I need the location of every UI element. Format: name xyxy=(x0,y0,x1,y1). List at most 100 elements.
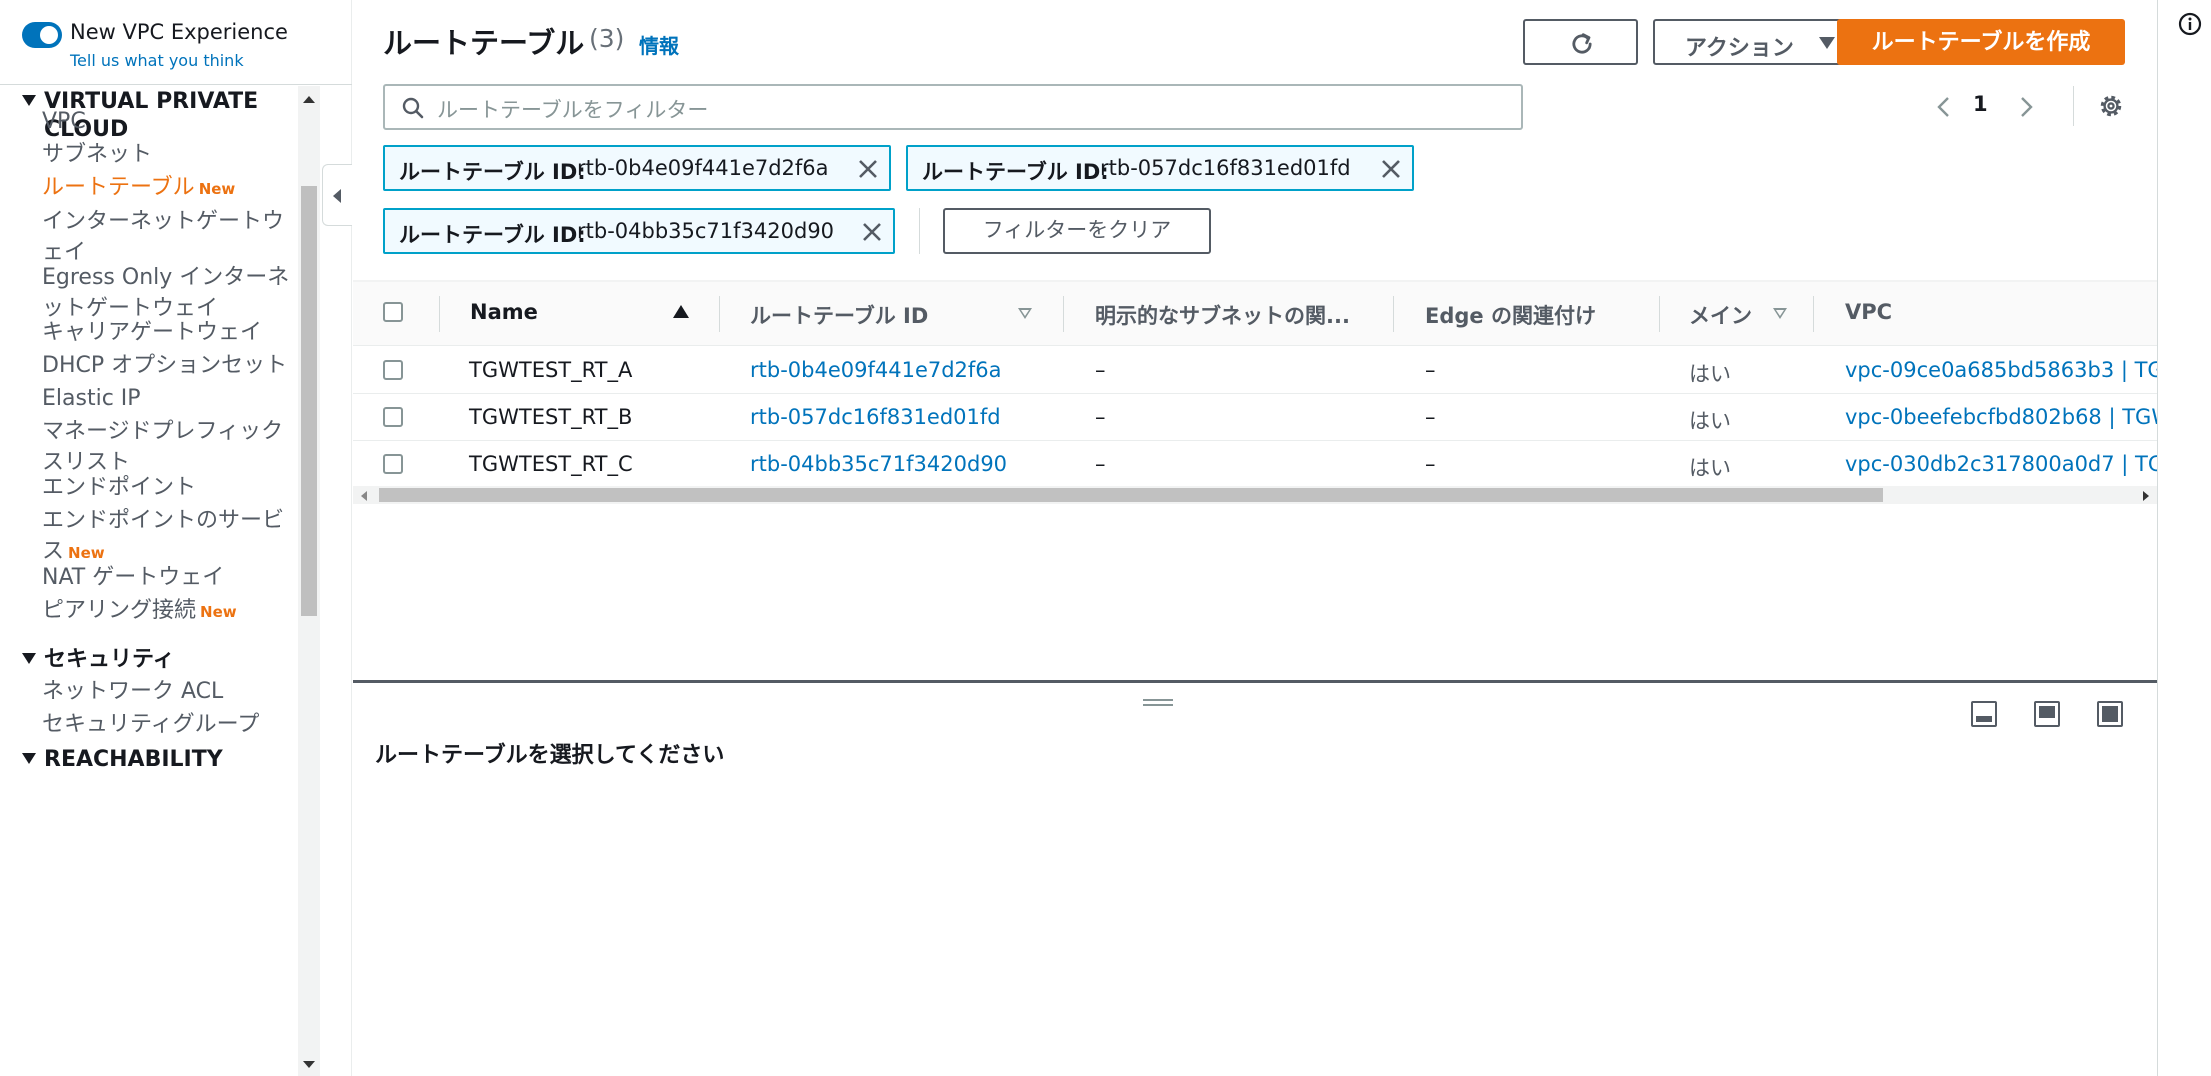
close-icon[interactable] xyxy=(1380,158,1402,180)
nav-item-security-groups[interactable]: セキュリティグループ xyxy=(42,709,292,740)
cell-main: はい xyxy=(1689,409,1731,433)
panel-bottom-icon[interactable] xyxy=(1971,701,1997,727)
chevron-right-icon[interactable] xyxy=(2019,96,2035,118)
column-header-vpc[interactable]: VPC xyxy=(1845,300,1892,324)
row-checkbox[interactable] xyxy=(383,454,403,474)
clear-filters-button[interactable]: フィルターをクリア xyxy=(943,208,1211,254)
horizontal-scrollbar[interactable] xyxy=(353,486,2157,504)
scroll-up-icon[interactable] xyxy=(303,96,315,103)
resize-handle[interactable] xyxy=(1143,699,1173,709)
cell-subnet: – xyxy=(1095,358,1106,382)
collapse-nav-button[interactable] xyxy=(322,164,352,226)
split-panel: ルートテーブルを選択してください xyxy=(353,680,2157,1076)
column-header-route-table-id[interactable]: ルートテーブル ID xyxy=(750,300,928,330)
new-badge: New xyxy=(200,603,237,621)
filter-search-box[interactable]: ルートテーブルをフィルター xyxy=(383,84,1523,130)
info-link[interactable]: 情報 xyxy=(639,30,679,59)
column-header-edge-associations[interactable]: Edge の関連付け xyxy=(1425,300,1596,330)
nav-item-internet-gateways[interactable]: インターネットゲートウェイ xyxy=(42,206,292,268)
cell-route-table-id[interactable]: rtb-0b4e09f441e7d2f6a xyxy=(750,358,1002,382)
close-icon[interactable] xyxy=(857,158,879,180)
cell-name: TGWTEST_RT_B xyxy=(469,405,633,429)
nav-item-endpoint-services[interactable]: エンドポイントのサービス New xyxy=(42,505,292,569)
create-route-table-button[interactable]: ルートテーブルを作成 xyxy=(1837,19,2125,65)
route-table-list: Name ルートテーブル ID 明示的なサブネットの関... Edge の関連付… xyxy=(353,282,2157,682)
nav-item-vpc[interactable]: VPC xyxy=(42,106,292,137)
nav-item-dhcp-options[interactable]: DHCP オプションセット xyxy=(42,350,292,381)
nav-item-egress-only-igw[interactable]: Egress Only インターネットゲートウェイ xyxy=(42,262,292,324)
column-header-subnet-associations[interactable]: 明示的なサブネットの関... xyxy=(1095,300,1350,330)
panel-side-icon[interactable] xyxy=(2034,701,2060,727)
nav-section-security[interactable]: セキュリティ xyxy=(22,646,175,674)
table-row[interactable]: TGWTEST_RT_C rtb-04bb35c71f3420d90 – – は… xyxy=(353,441,2157,488)
pagination: 1 xyxy=(1923,90,2043,124)
cell-vpc[interactable]: vpc-0beefebcfbd802b68 | TGW xyxy=(1845,405,2157,429)
column-divider xyxy=(1393,296,1394,332)
row-checkbox[interactable] xyxy=(383,407,403,427)
close-icon[interactable] xyxy=(861,221,883,243)
caret-down-icon xyxy=(22,94,36,106)
scrollbar-thumb[interactable] xyxy=(301,186,317,616)
select-all-checkbox[interactable] xyxy=(383,302,403,322)
nav-item-route-tables[interactable]: ルートテーブル New xyxy=(42,172,292,205)
column-divider xyxy=(719,296,720,332)
table-row[interactable]: TGWTEST_RT_B rtb-057dc16f831ed01fd – – は… xyxy=(353,394,2157,441)
gear-icon[interactable] xyxy=(2097,92,2125,120)
nav-item-peering[interactable]: ピアリング接続 New xyxy=(42,595,292,628)
column-header-name[interactable]: Name xyxy=(470,300,538,324)
sort-icon[interactable] xyxy=(1018,308,1032,319)
panel-full-icon[interactable] xyxy=(2097,701,2123,727)
feedback-link[interactable]: Tell us what you think xyxy=(70,51,244,70)
page-title: ルートテーブル xyxy=(383,26,585,60)
chevron-left-icon xyxy=(333,189,341,203)
cell-main: はい xyxy=(1689,362,1731,386)
table-row[interactable]: TGWTEST_RT_A rtb-0b4e09f441e7d2f6a – – は… xyxy=(353,347,2157,394)
new-vpc-title: New VPC Experience xyxy=(70,20,288,44)
divider xyxy=(919,208,920,254)
nav-item-carrier-gateways[interactable]: キャリアゲートウェイ xyxy=(42,317,292,348)
column-divider xyxy=(1659,296,1660,332)
sort-ascending-icon[interactable] xyxy=(673,305,689,318)
cell-name: TGWTEST_RT_C xyxy=(469,452,633,476)
actions-dropdown[interactable]: アクション xyxy=(1653,19,1861,65)
column-divider xyxy=(439,296,440,332)
column-divider xyxy=(1813,296,1814,332)
nav-item-subnets[interactable]: サブネット xyxy=(42,139,292,170)
current-page[interactable]: 1 xyxy=(1973,92,1988,116)
nav-item-elastic-ip[interactable]: Elastic IP xyxy=(42,383,292,414)
nav-item-network-acl[interactable]: ネットワーク ACL xyxy=(42,676,292,707)
scroll-down-icon[interactable] xyxy=(303,1061,315,1068)
nav-section-reachability[interactable]: REACHABILITY xyxy=(22,746,223,774)
divider xyxy=(2073,86,2074,126)
cell-main: はい xyxy=(1689,456,1731,480)
cell-vpc[interactable]: vpc-030db2c317800a0d7 | TGW xyxy=(1845,452,2157,476)
refresh-button[interactable] xyxy=(1523,19,1638,65)
toggle-knob xyxy=(40,26,58,44)
nav-item-prefix-lists[interactable]: マネージドプレフィックスリスト xyxy=(42,416,292,478)
column-divider xyxy=(1063,296,1064,332)
cell-route-table-id[interactable]: rtb-057dc16f831ed01fd xyxy=(750,405,1001,429)
new-vpc-toggle[interactable] xyxy=(22,22,62,48)
filter-token: ルートテーブル ID: rtb-04bb35c71f3420d90 xyxy=(383,208,895,254)
cell-name: TGWTEST_RT_A xyxy=(469,358,633,382)
caret-down-icon xyxy=(22,752,36,764)
info-icon[interactable] xyxy=(2178,12,2202,36)
column-header-main[interactable]: メイン xyxy=(1689,300,1752,330)
cell-route-table-id[interactable]: rtb-04bb35c71f3420d90 xyxy=(750,452,1007,476)
nav-divider xyxy=(0,84,352,85)
sort-icon[interactable] xyxy=(1773,308,1787,319)
main-content: ルートテーブル (3) 情報 アクション ルートテーブルを作成 ルートテーブルを… xyxy=(353,0,2157,1076)
table-header-row: Name ルートテーブル ID 明示的なサブネットの関... Edge の関連付… xyxy=(353,282,2157,346)
nav-item-nat-gateways[interactable]: NAT ゲートウェイ xyxy=(42,562,292,593)
scroll-right-icon[interactable] xyxy=(2143,491,2149,501)
sidebar-scrollbar[interactable] xyxy=(298,86,320,1076)
split-panel-message: ルートテーブルを選択してください xyxy=(375,743,725,768)
cell-subnet: – xyxy=(1095,405,1106,429)
chevron-left-icon[interactable] xyxy=(1935,96,1951,118)
nav-item-endpoints[interactable]: エンドポイント xyxy=(42,472,292,503)
scroll-left-icon[interactable] xyxy=(361,491,367,501)
scrollbar-thumb[interactable] xyxy=(379,488,1883,502)
tools-panel xyxy=(2157,0,2211,1076)
cell-vpc[interactable]: vpc-09ce0a685bd5863b3 | TGW xyxy=(1845,358,2157,382)
row-checkbox[interactable] xyxy=(383,360,403,380)
